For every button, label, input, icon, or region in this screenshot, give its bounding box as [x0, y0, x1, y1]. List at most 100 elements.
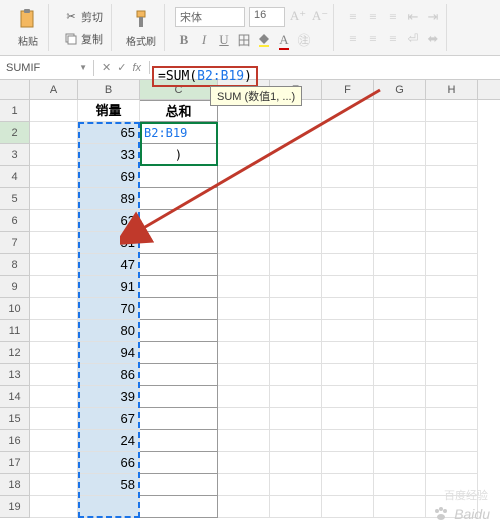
- cell[interactable]: 58: [78, 474, 140, 496]
- cell[interactable]: 39: [78, 386, 140, 408]
- cell[interactable]: [270, 430, 322, 452]
- spreadsheet-grid[interactable]: 1 销量 总和 2 65 B2:B19 3 33 ) 469 589 662 7…: [0, 100, 500, 518]
- cell[interactable]: [426, 298, 478, 320]
- cell[interactable]: [374, 144, 426, 166]
- row-header[interactable]: 1: [0, 100, 30, 122]
- cell[interactable]: 66: [78, 452, 140, 474]
- cell[interactable]: 94: [78, 342, 140, 364]
- cell[interactable]: 89: [78, 188, 140, 210]
- cell[interactable]: [322, 320, 374, 342]
- cell[interactable]: [270, 320, 322, 342]
- row-header[interactable]: 18: [0, 474, 30, 496]
- cell[interactable]: [374, 276, 426, 298]
- cell[interactable]: [140, 452, 218, 474]
- col-header-f[interactable]: F: [322, 80, 374, 99]
- cell[interactable]: 62: [78, 210, 140, 232]
- cell[interactable]: [270, 496, 322, 518]
- cell[interactable]: [322, 386, 374, 408]
- cell[interactable]: [30, 342, 78, 364]
- cell[interactable]: [218, 210, 270, 232]
- copy-button[interactable]: 复制: [59, 29, 107, 49]
- increase-font-icon[interactable]: A⁺: [289, 7, 307, 25]
- cell[interactable]: [426, 408, 478, 430]
- cell[interactable]: 69: [78, 166, 140, 188]
- cell[interactable]: [374, 166, 426, 188]
- row-header[interactable]: 11: [0, 320, 30, 342]
- bold-button[interactable]: B: [175, 31, 193, 49]
- cell[interactable]: [218, 452, 270, 474]
- cell[interactable]: [374, 188, 426, 210]
- align-middle-icon[interactable]: ≡: [364, 8, 382, 26]
- cell[interactable]: [140, 386, 218, 408]
- cell[interactable]: [270, 122, 322, 144]
- row-header[interactable]: 5: [0, 188, 30, 210]
- cell[interactable]: 47: [78, 254, 140, 276]
- cell[interactable]: [426, 166, 478, 188]
- cell[interactable]: [218, 232, 270, 254]
- cell[interactable]: [30, 364, 78, 386]
- cancel-formula-button[interactable]: ✕: [102, 61, 111, 74]
- cell[interactable]: [426, 430, 478, 452]
- cell[interactable]: [140, 188, 218, 210]
- cell[interactable]: [374, 386, 426, 408]
- row-header[interactable]: 15: [0, 408, 30, 430]
- cell[interactable]: [270, 342, 322, 364]
- fx-button[interactable]: fx: [132, 62, 141, 74]
- cell[interactable]: [30, 386, 78, 408]
- cell[interactable]: [270, 210, 322, 232]
- cell[interactable]: [374, 364, 426, 386]
- cell[interactable]: [30, 430, 78, 452]
- row-header[interactable]: 7: [0, 232, 30, 254]
- select-all-corner[interactable]: [0, 80, 30, 99]
- cell[interactable]: [30, 452, 78, 474]
- cell[interactable]: [270, 276, 322, 298]
- cell[interactable]: [30, 474, 78, 496]
- cell[interactable]: [374, 232, 426, 254]
- cell[interactable]: [426, 144, 478, 166]
- row-header[interactable]: 19: [0, 496, 30, 518]
- align-top-icon[interactable]: ≡: [344, 8, 362, 26]
- cell[interactable]: 86: [78, 364, 140, 386]
- cell[interactable]: [374, 298, 426, 320]
- cell[interactable]: [218, 122, 270, 144]
- cell[interactable]: [30, 496, 78, 518]
- cell[interactable]: [322, 276, 374, 298]
- cell[interactable]: [270, 232, 322, 254]
- cell[interactable]: [322, 166, 374, 188]
- cell[interactable]: [322, 254, 374, 276]
- col-header-h[interactable]: H: [426, 80, 478, 99]
- row-header[interactable]: 14: [0, 386, 30, 408]
- cell[interactable]: [270, 452, 322, 474]
- cell[interactable]: [426, 210, 478, 232]
- cell[interactable]: [218, 496, 270, 518]
- cell[interactable]: [322, 342, 374, 364]
- cell[interactable]: [30, 144, 78, 166]
- cell[interactable]: [426, 364, 478, 386]
- cell[interactable]: [426, 254, 478, 276]
- cell[interactable]: [218, 254, 270, 276]
- cell[interactable]: [218, 320, 270, 342]
- cell[interactable]: 24: [78, 430, 140, 452]
- cell[interactable]: [270, 144, 322, 166]
- cell[interactable]: [30, 210, 78, 232]
- cell[interactable]: [270, 386, 322, 408]
- cell[interactable]: [30, 122, 78, 144]
- col-header-b[interactable]: B: [78, 80, 140, 99]
- align-bottom-icon[interactable]: ≡: [384, 8, 402, 26]
- row-header[interactable]: 16: [0, 430, 30, 452]
- cell[interactable]: [322, 298, 374, 320]
- cell[interactable]: [270, 298, 322, 320]
- cell[interactable]: [374, 430, 426, 452]
- cell[interactable]: [30, 188, 78, 210]
- name-box[interactable]: SUMIF ▼: [0, 60, 94, 76]
- row-header[interactable]: 17: [0, 452, 30, 474]
- align-left-icon[interactable]: ≡: [344, 30, 362, 48]
- indent-left-icon[interactable]: ⇤: [404, 8, 422, 26]
- cell[interactable]: 67: [78, 408, 140, 430]
- cell[interactable]: [270, 166, 322, 188]
- border-button[interactable]: 田: [235, 31, 253, 49]
- cell[interactable]: [140, 232, 218, 254]
- cell[interactable]: [322, 210, 374, 232]
- cell[interactable]: [322, 452, 374, 474]
- cell-header-total[interactable]: 总和: [140, 100, 218, 122]
